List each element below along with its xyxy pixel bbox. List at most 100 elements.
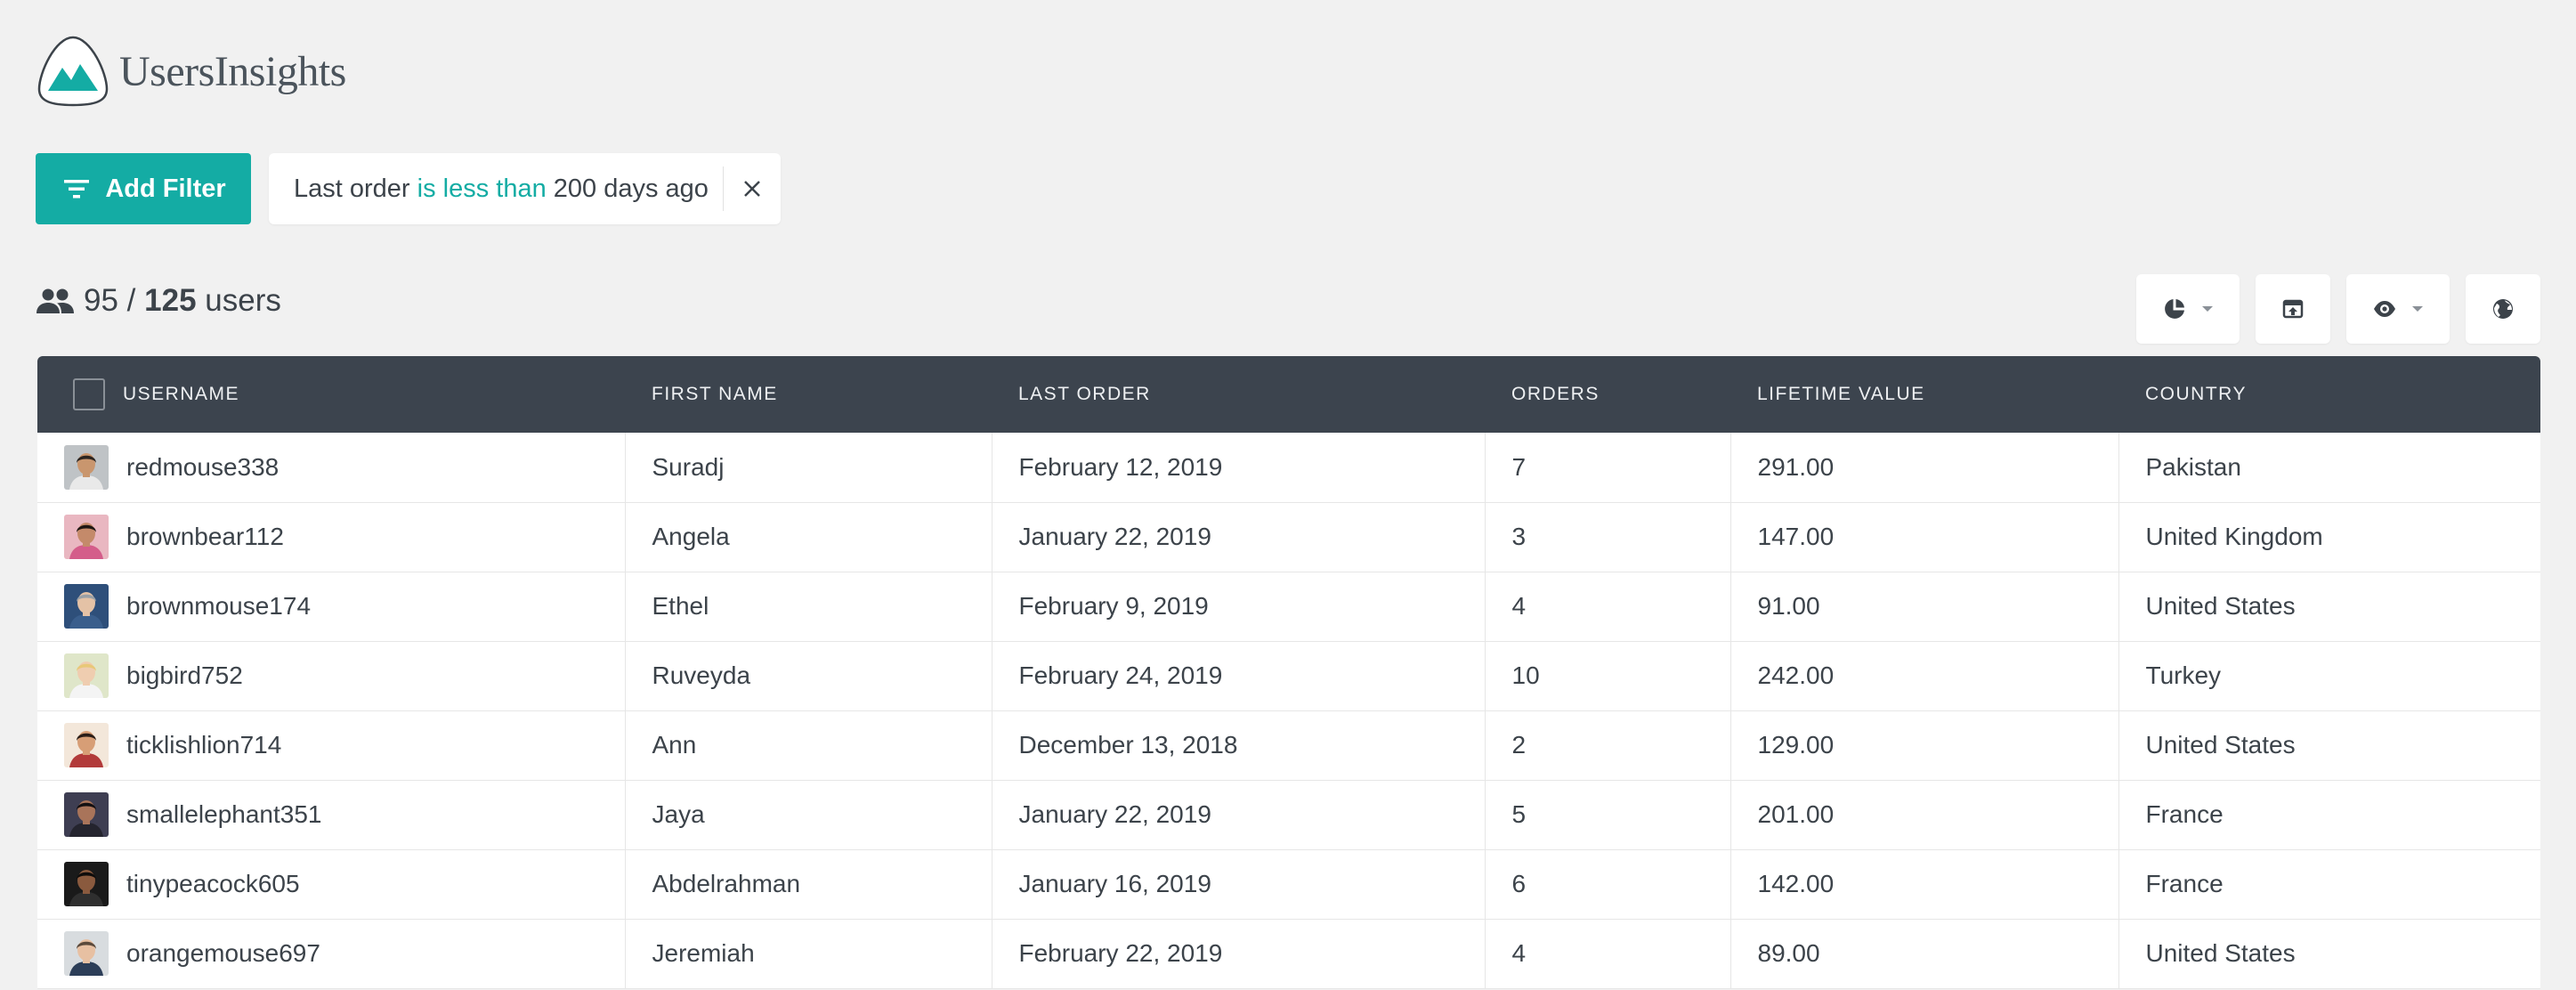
country-cell: United Kingdom (2145, 523, 2323, 550)
first-name-cell: Angela (625, 502, 992, 572)
filter-operator[interactable]: is less than (417, 174, 547, 203)
first-name-cell: Ethel (625, 572, 992, 641)
active-filter-chip[interactable]: Last order is less than 200 days ago (269, 153, 781, 224)
export-icon (2282, 299, 2304, 319)
username-link[interactable]: brownmouse174 (126, 592, 311, 621)
user-photo-icon (64, 931, 109, 976)
lifetime-value-cell: 201.00 (1730, 780, 2119, 849)
table-header-row: USERNAME FIRST NAME LAST ORDER ORDERS LI… (37, 356, 2540, 433)
map-view-button[interactable] (2466, 274, 2540, 344)
app-logo[interactable]: UsersInsights (36, 34, 346, 109)
table-row[interactable]: brownbear112 Angela January 22, 2019 3 147.0… (37, 502, 2540, 572)
filter-description[interactable]: Last order is less than 200 days ago (269, 174, 723, 204)
username-cell[interactable]: brownmouse174 (37, 572, 626, 641)
total-count: 125 (144, 283, 197, 318)
lifetime-value-cell: 91.00 (1730, 572, 2119, 641)
orders-cell: 4 (1485, 919, 1731, 988)
chevron-down-icon (2412, 306, 2423, 312)
table-row[interactable]: tinypeacock605 Abdelrahman January 16, 201… (37, 849, 2540, 919)
last-order-cell: February 22, 2019 (992, 919, 1486, 988)
view-toolbar (2136, 274, 2540, 344)
country-cell: United States (2145, 939, 2296, 967)
username-link[interactable]: brownbear112 (126, 523, 284, 551)
column-header-first-name[interactable]: FIRST NAME (625, 356, 992, 433)
country-cell: Turkey (2145, 661, 2222, 689)
logo-mountain-icon (37, 36, 109, 107)
country-cell: Pakistan (2145, 452, 2241, 481)
user-photo-icon (64, 862, 109, 906)
table-row[interactable]: ticklishlion714 Ann December 13, 2018 2 129.… (37, 710, 2540, 780)
username-cell[interactable]: ticklishlion714 (37, 710, 626, 780)
username-cell[interactable]: bigbird752 (37, 641, 626, 710)
table-row[interactable]: orangemouse697 Jeremiah February 22, 2019 4… (37, 919, 2540, 988)
username-cell[interactable]: brownbear112 (37, 502, 626, 572)
last-order-cell: January 16, 2019 (992, 849, 1486, 919)
orders-cell: 2 (1485, 710, 1731, 780)
add-filter-button[interactable]: Add Filter (36, 153, 251, 224)
column-header-lifetime-value[interactable]: LIFETIME VALUE (1730, 356, 2118, 433)
count-unit: users (205, 283, 281, 318)
username-link[interactable]: redmouse338 (126, 453, 279, 482)
country-cell: United States (2145, 592, 2296, 620)
username-link[interactable]: smallelephant351 (126, 800, 322, 829)
orders-cell: 7 (1485, 433, 1731, 502)
first-name-cell: Ann (625, 710, 992, 780)
avatar (64, 584, 109, 629)
first-name-cell: Abdelrahman (625, 849, 992, 919)
segments-dropdown-button[interactable] (2136, 274, 2240, 344)
column-header-orders[interactable]: ORDERS (1485, 356, 1730, 433)
orders-cell: 5 (1485, 780, 1731, 849)
column-header-username[interactable]: USERNAME (37, 356, 625, 433)
username-link[interactable]: bigbird752 (126, 661, 243, 690)
username-link[interactable]: orangemouse697 (126, 939, 320, 968)
last-order-cell: February 9, 2019 (992, 572, 1486, 641)
user-photo-icon (64, 444, 109, 490)
filter-icon (64, 180, 90, 199)
column-header-country[interactable]: COUNTRY (2118, 356, 2540, 433)
table-row[interactable]: redmouse338 Suradj February 12, 2019 7 291.0… (37, 433, 2540, 502)
eye-icon (2374, 301, 2395, 317)
user-photo-icon (64, 653, 109, 698)
avatar (64, 723, 109, 767)
user-count: 95 / 125 users (36, 283, 281, 319)
last-order-cell: February 24, 2019 (992, 641, 1486, 710)
lifetime-value-cell: 89.00 (1730, 919, 2119, 988)
username-cell[interactable]: orangemouse697 (37, 919, 626, 988)
user-photo-icon (64, 584, 109, 629)
orders-cell: 10 (1485, 641, 1731, 710)
select-all-checkbox[interactable] (73, 378, 105, 410)
export-button[interactable] (2256, 274, 2330, 344)
username-cell[interactable]: redmouse338 (37, 433, 626, 502)
filter-bar: Add Filter Last order is less than 200 d… (36, 153, 781, 224)
last-order-cell: January 22, 2019 (992, 780, 1486, 849)
count-separator: / (126, 283, 136, 318)
lifetime-value-cell: 129.00 (1730, 710, 2119, 780)
user-photo-icon (64, 723, 109, 767)
last-order-cell: December 13, 2018 (992, 710, 1486, 780)
column-header-last-order[interactable]: LAST ORDER (992, 356, 1485, 433)
username-link[interactable]: ticklishlion714 (126, 731, 281, 759)
avatar (64, 515, 109, 559)
filter-field: Last order (294, 174, 410, 203)
table-row[interactable]: bigbird752 Ruveyda February 24, 2019 10 242.… (37, 641, 2540, 710)
table-row[interactable]: brownmouse174 Ethel February 9, 2019 4 91.00… (37, 572, 2540, 641)
table-row[interactable]: smallelephant351 Jaya January 22, 2019 5 201… (37, 780, 2540, 849)
country-cell: United States (2145, 731, 2296, 759)
lifetime-value-cell: 142.00 (1730, 849, 2119, 919)
remove-filter-button[interactable] (724, 153, 781, 224)
column-header-label: USERNAME (123, 384, 240, 404)
table-body: redmouse338 Suradj February 12, 2019 7 291.0… (37, 433, 2540, 988)
first-name-cell: Suradj (625, 433, 992, 502)
filter-value[interactable]: 200 days ago (554, 174, 709, 203)
filtered-count: 95 (84, 283, 118, 318)
username-link[interactable]: tinypeacock605 (126, 870, 300, 898)
orders-cell: 4 (1485, 572, 1731, 641)
lifetime-value-cell: 242.00 (1730, 641, 2119, 710)
username-cell[interactable]: smallelephant351 (37, 780, 626, 849)
columns-visibility-dropdown-button[interactable] (2346, 274, 2450, 344)
first-name-cell: Jeremiah (625, 919, 992, 988)
username-cell[interactable]: tinypeacock605 (37, 849, 626, 919)
lifetime-value-cell: 291.00 (1730, 433, 2119, 502)
orders-cell: 3 (1485, 502, 1731, 572)
chevron-down-icon (2202, 306, 2213, 312)
